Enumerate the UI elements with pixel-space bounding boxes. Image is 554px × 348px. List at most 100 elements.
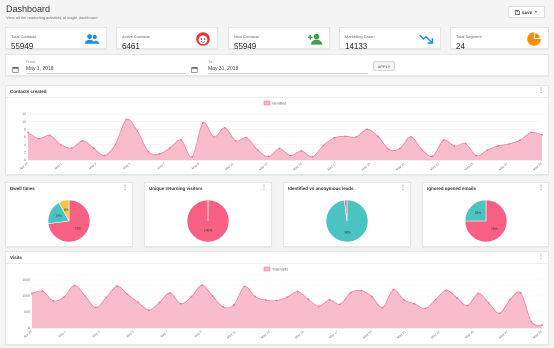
more-vert-icon[interactable]: ⋮ xyxy=(400,185,406,191)
to-date-input[interactable]: May 31, 2018 xyxy=(208,66,238,72)
save-button[interactable]: SAVE xyxy=(508,6,545,18)
pie-slice-label: 73% xyxy=(74,227,81,231)
data-point xyxy=(169,291,172,294)
pie-chart-icon xyxy=(527,32,541,46)
legend-swatch xyxy=(263,100,271,106)
visits-chart: Total visits050010001500Apr 29 May 1 May 3… xyxy=(22,266,543,340)
data-point xyxy=(434,298,437,301)
data-point xyxy=(191,156,193,158)
users-icon xyxy=(84,34,100,44)
more-vert-icon[interactable]: ⋮ xyxy=(538,185,544,191)
contacts-created-chart: Identified024681012Apr 29 May 1 May 3 May 5… xyxy=(19,100,543,172)
from-date-input[interactable]: May 1, 2018 xyxy=(26,66,54,72)
page-title: Dashboard xyxy=(6,4,51,14)
x-tick-label: May 17 xyxy=(326,162,337,172)
kpi-value: 55949 xyxy=(234,42,257,51)
data-point xyxy=(243,285,246,288)
kpi-label: Total Segment xyxy=(456,34,482,39)
kpi-value: 55949 xyxy=(11,42,34,51)
dwell-times-pie: 73% 19%8% xyxy=(47,199,91,243)
data-point xyxy=(136,129,139,132)
data-point xyxy=(103,154,106,157)
y-tick-label: 10 xyxy=(22,120,26,124)
unique-returning-visitors-pie: 100% xyxy=(186,199,230,243)
x-tick-label: May 5 xyxy=(125,330,134,339)
from-label: From xyxy=(26,59,36,64)
data-point xyxy=(344,135,347,138)
x-tick-label: May 5 xyxy=(122,162,131,171)
kpi-value: 24 xyxy=(456,42,465,51)
unique-returning-visitors-card: Unique returning visitors ⋮ 100% xyxy=(144,182,272,247)
data-point xyxy=(317,305,320,308)
data-point xyxy=(81,139,84,142)
data-point xyxy=(211,295,214,297)
x-tick-label: May 7 xyxy=(159,330,168,339)
data-point xyxy=(245,136,248,139)
data-point xyxy=(445,289,448,292)
data-point xyxy=(355,136,357,138)
dwell-times-card: Dwell times ⋮ 73% 19% 8% xyxy=(5,182,133,247)
y-tick-label: 6 xyxy=(24,135,26,139)
data-point xyxy=(232,304,235,306)
y-tick-label: 500 xyxy=(24,310,30,314)
y-tick-label: 1500 xyxy=(22,278,30,282)
card-title: Unique returning visitors xyxy=(149,186,203,191)
data-point xyxy=(409,135,412,138)
kpi-label: Total Contacts xyxy=(11,34,37,39)
data-point xyxy=(497,144,500,147)
data-point xyxy=(105,296,108,299)
smiley-icon xyxy=(196,32,210,46)
save-icon xyxy=(514,9,520,15)
more-vert-icon[interactable]: ⋮ xyxy=(122,185,128,191)
more-vert-icon[interactable]: ⋮ xyxy=(261,185,267,191)
calendar-icon xyxy=(12,67,19,73)
x-tick-label: May 23 xyxy=(430,330,441,340)
data-point xyxy=(508,143,511,145)
data-point xyxy=(222,305,225,308)
data-point xyxy=(424,307,427,310)
contacts-created-card: Contacts created ⋮ Identified 0 2 4 6 8 10 12 Ap… xyxy=(5,85,549,175)
data-point xyxy=(431,155,434,158)
data-point xyxy=(420,148,423,151)
data-point xyxy=(59,143,62,146)
x-tick-label: May 15 xyxy=(292,162,303,172)
ignored-opened-emails-card: Ignored opened emails ⋮ 75% 25% xyxy=(422,182,549,247)
x-tick-label: May 1 xyxy=(57,330,66,339)
data-point xyxy=(31,292,33,295)
legend-swatch xyxy=(263,266,271,272)
data-point xyxy=(62,296,65,299)
data-point xyxy=(213,136,215,138)
data-point xyxy=(27,131,29,134)
data-point xyxy=(456,297,458,299)
x-tick-label: May 13 xyxy=(258,162,269,172)
data-point xyxy=(413,302,416,305)
data-point xyxy=(70,147,73,150)
calendar-icon xyxy=(191,67,198,73)
apply-button[interactable]: APPLY xyxy=(373,61,395,71)
data-point xyxy=(116,285,118,287)
kpi-label: New Contacts xyxy=(234,34,259,39)
data-point xyxy=(296,290,299,293)
data-point xyxy=(179,302,182,305)
data-point xyxy=(339,303,342,306)
data-point xyxy=(307,298,310,301)
data-point xyxy=(202,121,204,124)
data-point xyxy=(169,146,172,149)
data-point xyxy=(300,149,303,152)
data-point xyxy=(125,118,128,121)
data-point xyxy=(126,293,129,296)
x-tick-label: May 29 xyxy=(532,162,543,172)
data-point xyxy=(256,149,259,151)
identified-vs-anonymous-pie: 98% xyxy=(325,199,369,243)
data-point xyxy=(371,295,373,298)
x-tick-label: May 27 xyxy=(498,330,509,340)
more-vert-icon[interactable]: ⋮ xyxy=(538,254,544,260)
card-title: Ignored opened emails xyxy=(427,186,477,191)
kpi-value: 6461 xyxy=(122,42,140,51)
trending-down-icon xyxy=(419,34,434,44)
ignored-opened-emails-pie: 75% 25% xyxy=(464,199,508,243)
data-point xyxy=(114,143,117,146)
x-tick-label: May 13 xyxy=(260,330,271,340)
more-vert-icon[interactable]: ⋮ xyxy=(538,88,544,94)
x-tick-label: May 15 xyxy=(294,330,305,340)
